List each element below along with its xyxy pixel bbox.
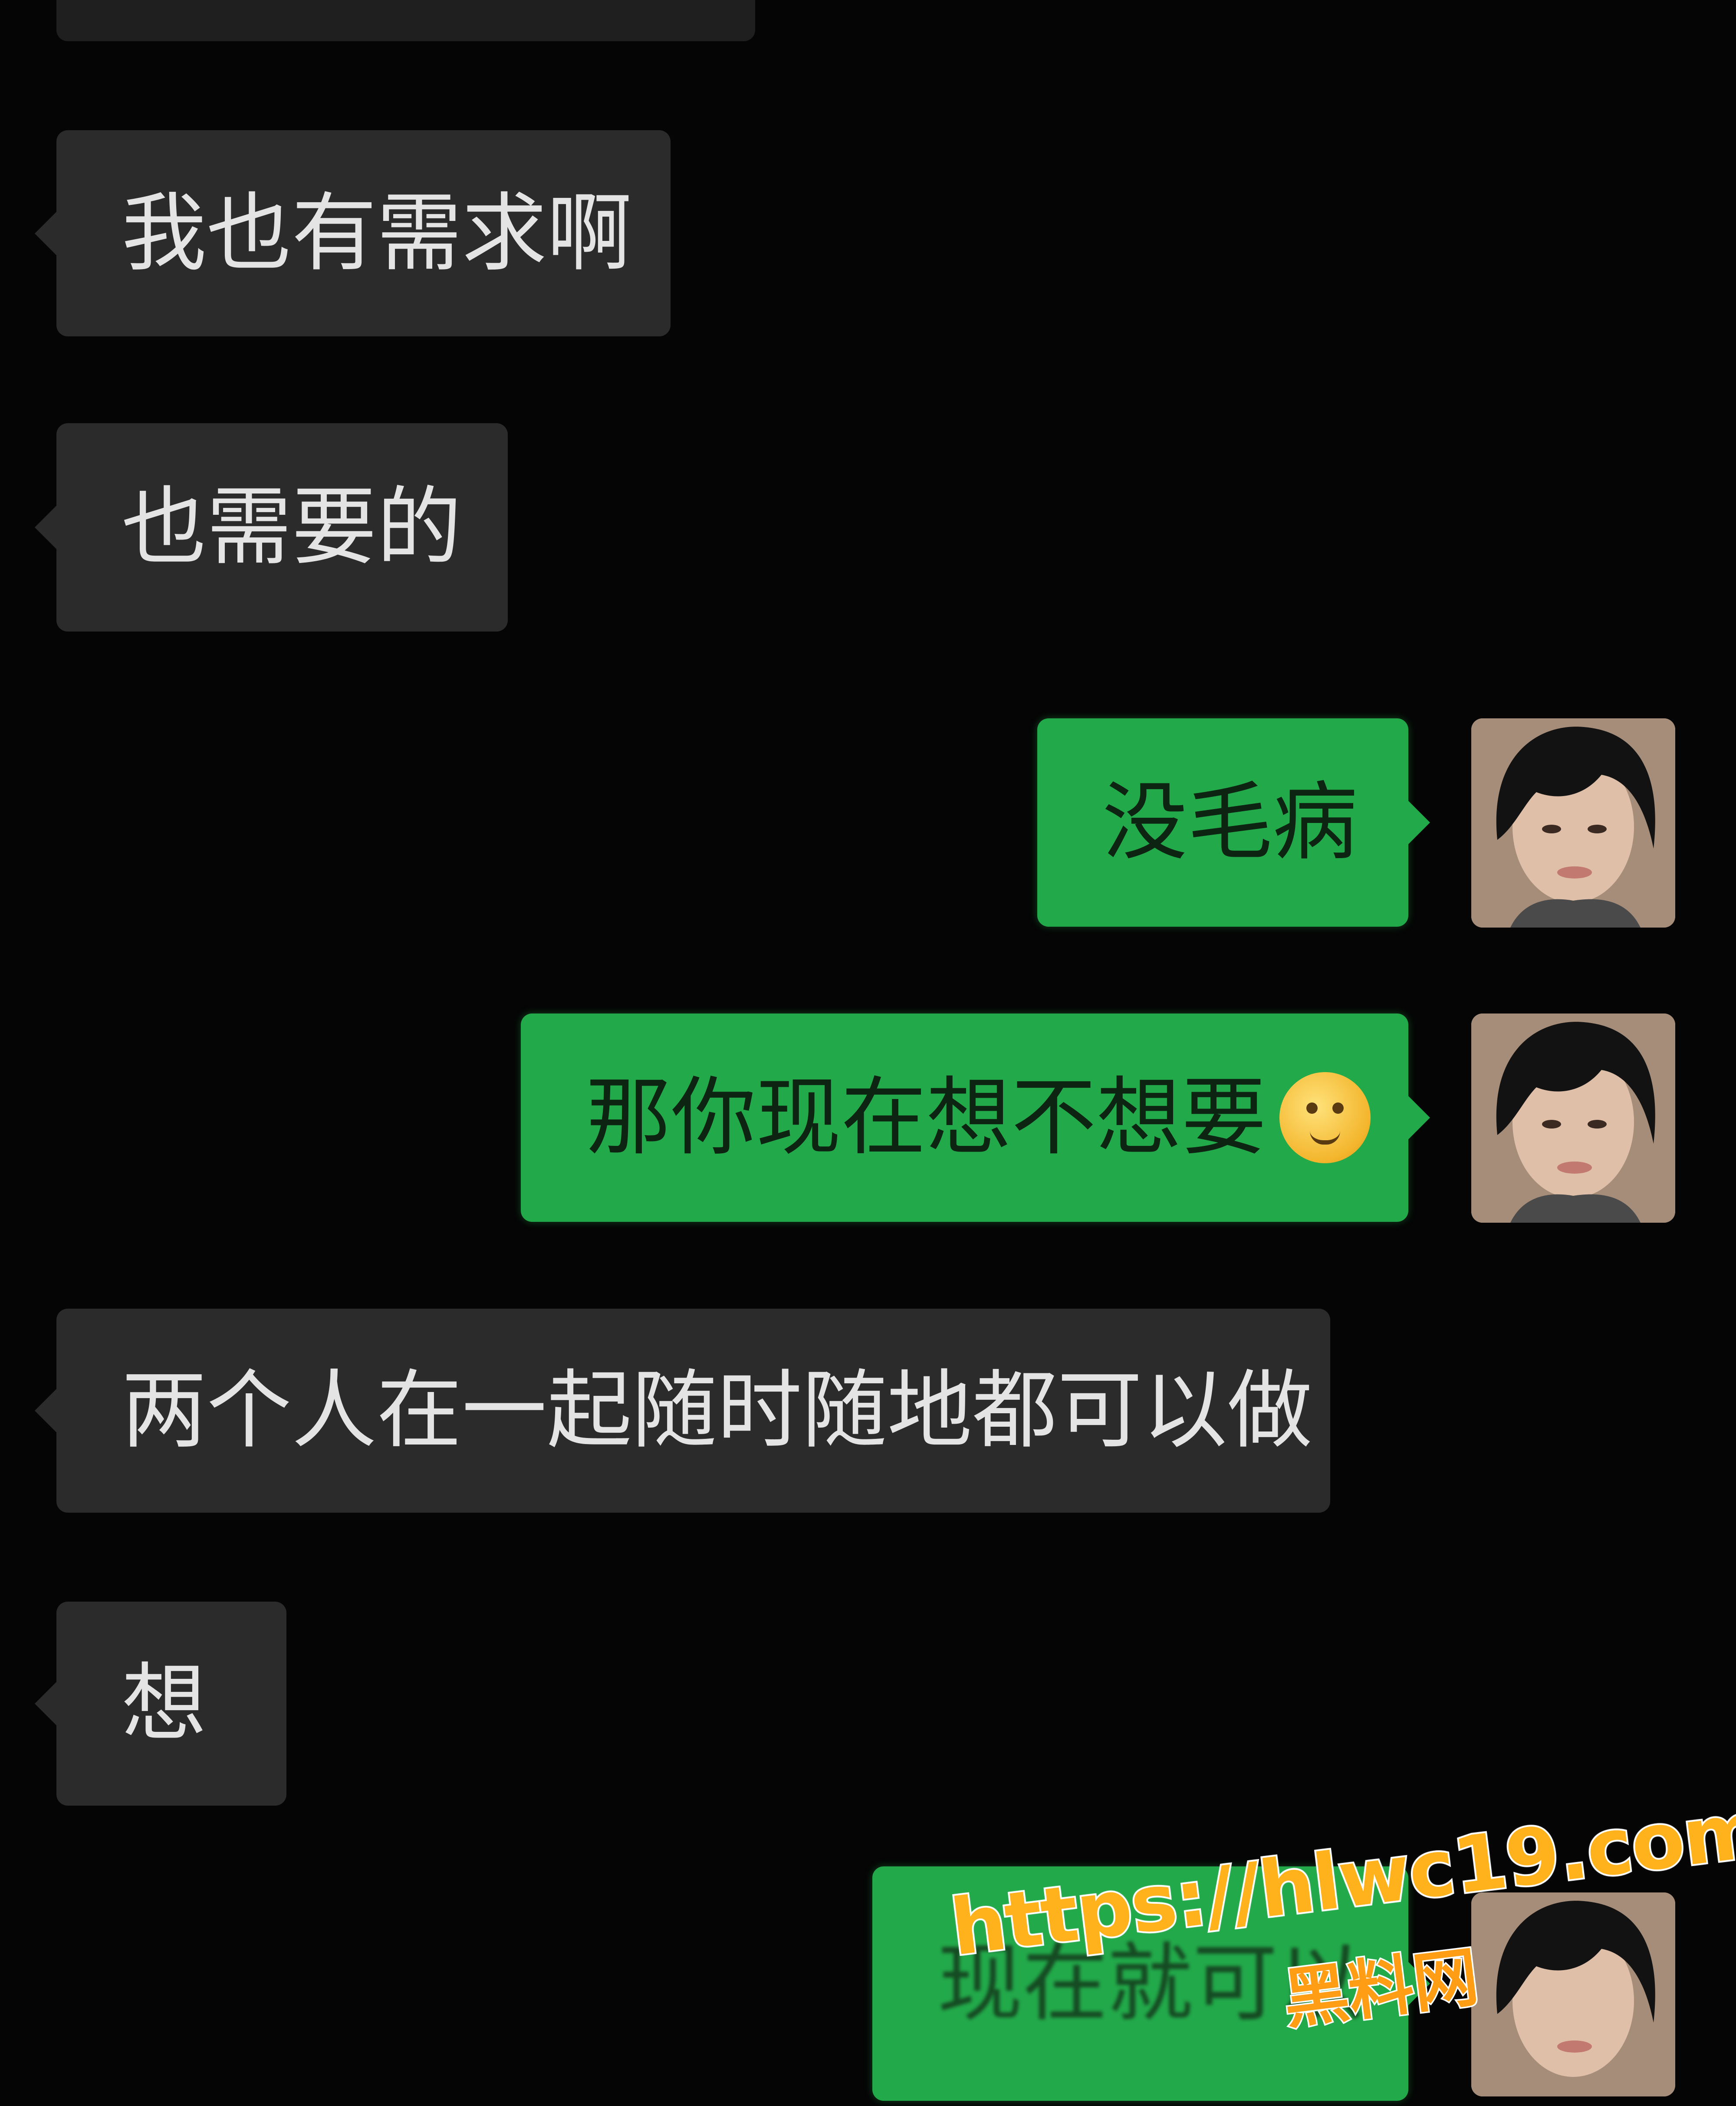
- watermark-site-name: 黑料网: [1278, 1938, 1484, 2040]
- avatar-photo-icon: [1471, 718, 1675, 928]
- outgoing-message-bubble[interactable]: 没毛病: [1037, 718, 1430, 927]
- incoming-message-bubble[interactable]: 我也有需求啊: [35, 130, 671, 336]
- message-text: 那你现在想不想要: [586, 1068, 1267, 1167]
- message-bubble-cutoff: [56, 0, 755, 41]
- incoming-message-bubble[interactable]: 两个人在一起随时随地都可以做: [35, 1309, 1330, 1513]
- message-text: 也需要的: [122, 478, 462, 577]
- thinking-face-emoji-icon: [1279, 1072, 1371, 1163]
- message-text: 想: [122, 1654, 207, 1753]
- avatar[interactable]: [1471, 1014, 1675, 1223]
- outgoing-message-bubble[interactable]: 那你现在想不想要: [521, 1014, 1430, 1222]
- message-text: 没毛病: [1102, 773, 1358, 872]
- avatar-photo-icon: [1471, 1014, 1675, 1223]
- message-text: 我也有需求啊: [122, 184, 632, 283]
- avatar[interactable]: [1471, 718, 1675, 928]
- chat-view: 我也有需求啊 也需要的 没毛病 那你现在想不想要 两个人在一起随时随地都可以做 …: [0, 0, 1736, 2106]
- incoming-message-bubble[interactable]: 想: [35, 1602, 286, 1806]
- incoming-message-bubble[interactable]: 也需要的: [35, 423, 508, 632]
- message-text: 两个人在一起随时随地都可以做: [122, 1361, 1313, 1460]
